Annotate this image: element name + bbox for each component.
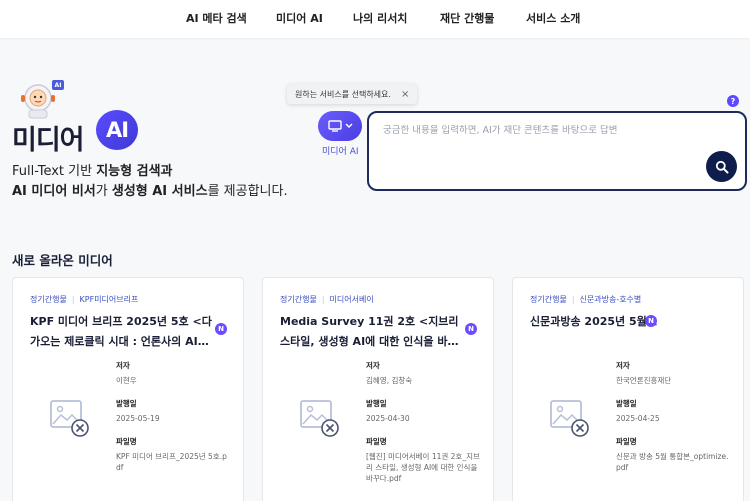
logo-ai-circle: AI <box>96 110 138 150</box>
file-value[interactable]: [웹진] 미디어서베이 11권 2호_지브리 스타일, 생성형 AI에 대한 인… <box>366 451 481 484</box>
media-card[interactable]: 정기간행물 | KPF미디어브리프 KPF 미디어 브리프 2025년 5호 <다가… <box>12 277 244 501</box>
nav-ai-meta-search[interactable]: AI 메타 검색 <box>186 10 247 26</box>
tagline-line1-b: 지능형 검색과 <box>96 164 173 179</box>
search-icon <box>715 160 728 173</box>
card-title[interactable]: 신문과방송 2025년 5월호 <box>530 312 657 332</box>
new-badge: N <box>645 315 657 327</box>
media-card[interactable]: 정기간행물 | 미디어서베이 Media Survey 11권 2호 <지브리 스타… <box>262 277 494 501</box>
card-subcategory[interactable]: KPF미디어브리프 <box>80 295 139 304</box>
image-placeholder-icon <box>300 400 339 437</box>
service-select-button[interactable] <box>318 111 362 141</box>
card-category[interactable]: 정기간행물 <box>280 295 317 304</box>
tagline-line2-a: AI 미디어 비서 <box>12 184 96 199</box>
file-label: 파일명 <box>366 437 387 446</box>
date-label: 발행일 <box>116 399 137 408</box>
nav-service-intro[interactable]: 서비스 소개 <box>526 10 580 26</box>
card-category[interactable]: 정기간행물 <box>30 295 67 304</box>
date-value: 2025-04-25 <box>616 414 660 423</box>
monitor-icon <box>327 120 342 132</box>
card-breadcrumb: 정기간행물 | 미디어서베이 <box>280 295 374 304</box>
date-label: 발행일 <box>366 399 387 408</box>
image-placeholder-icon <box>550 400 589 437</box>
card-meta: 저자 한국언론진흥재단 발행일 2025-04-25 파일명 신문과 방송 5월… <box>616 360 731 473</box>
nav-publications[interactable]: 재단 간행물 <box>440 10 494 26</box>
file-value[interactable]: 신문과 방송 5월 통합본_optimize.pdf <box>616 451 731 473</box>
image-placeholder-icon <box>50 400 89 437</box>
author-value: 김혜영, 김창숙 <box>366 376 413 385</box>
author-label: 저자 <box>116 361 130 370</box>
new-badge: N <box>465 323 477 335</box>
hero-tagline: Full-Text 기반 지능형 검색과 AI 미디어 비서가 생성형 AI 서… <box>12 162 288 202</box>
card-category[interactable]: 정기간행물 <box>530 295 567 304</box>
file-label: 파일명 <box>116 437 137 446</box>
search-button[interactable] <box>706 151 737 182</box>
service-label: 미디어 AI <box>322 147 359 157</box>
nav-my-research[interactable]: 나의 리서치 <box>353 10 407 26</box>
date-value: 2025-05-19 <box>116 414 160 423</box>
tagline-line2-b: 가 <box>95 184 112 199</box>
date-value: 2025-04-30 <box>366 414 410 423</box>
tagline-line2-c: 생성형 AI 서비스 <box>111 184 208 199</box>
new-badge: N <box>215 323 227 335</box>
tagline-line2-d: 를 제공합니다. <box>207 184 288 199</box>
help-icon[interactable]: ? <box>727 95 739 107</box>
card-breadcrumb: 정기간행물 | KPF미디어브리프 <box>30 295 139 304</box>
service-tooltip: 원하는 서비스를 선택하세요. × <box>287 84 418 104</box>
section-title: 새로 올라온 미디어 <box>12 253 113 268</box>
date-label: 발행일 <box>616 399 637 408</box>
card-subcategory[interactable]: 신문과방송-호수별 <box>580 295 642 304</box>
mascot-ai-badge: AI <box>52 80 64 90</box>
media-card[interactable]: 정기간행물 | 신문과방송-호수별 신문과방송 2025년 5월호 N 저자 한국언… <box>512 277 744 501</box>
author-value: 한국언론진흥재단 <box>616 376 672 385</box>
author-label: 저자 <box>366 361 380 370</box>
author-label: 저자 <box>616 361 630 370</box>
media-ai-logo[interactable]: AI 미디어 AI <box>12 80 142 156</box>
author-value: 이현우 <box>116 376 137 385</box>
card-meta: 저자 김혜영, 김창숙 발행일 2025-04-30 파일명 [웹진] 미디어서… <box>366 360 481 484</box>
chevron-down-icon <box>345 123 352 128</box>
card-subcategory[interactable]: 미디어서베이 <box>330 295 374 304</box>
tagline-line1-a: Full-Text 기반 <box>12 164 97 179</box>
card-title[interactable]: Media Survey 11권 2호 <지브리 스타일, 생성형 AI에 대한… <box>280 312 462 352</box>
file-label: 파일명 <box>616 437 637 446</box>
card-title[interactable]: KPF 미디어 브리프 2025년 5호 <다가오는 제로클릭 시대 : 언론사… <box>30 312 212 352</box>
search-box <box>367 111 747 191</box>
logo-text: 미디어 <box>12 125 85 156</box>
tooltip-text: 원하는 서비스를 선택하세요. <box>295 89 391 99</box>
search-input[interactable] <box>383 125 683 136</box>
tooltip-close-icon[interactable]: × <box>401 89 409 100</box>
top-nav: AI 메타 검색 미디어 AI 나의 리서치 재단 간행물 서비스 소개 <box>0 0 750 38</box>
card-meta: 저자 이현우 발행일 2025-05-19 파일명 KPF 미디어 브리프_20… <box>116 360 231 473</box>
file-value[interactable]: KPF 미디어 브리프_2025년 5호.pdf <box>116 451 231 473</box>
nav-media-ai[interactable]: 미디어 AI <box>276 10 323 26</box>
card-breadcrumb: 정기간행물 | 신문과방송-호수별 <box>530 295 642 304</box>
